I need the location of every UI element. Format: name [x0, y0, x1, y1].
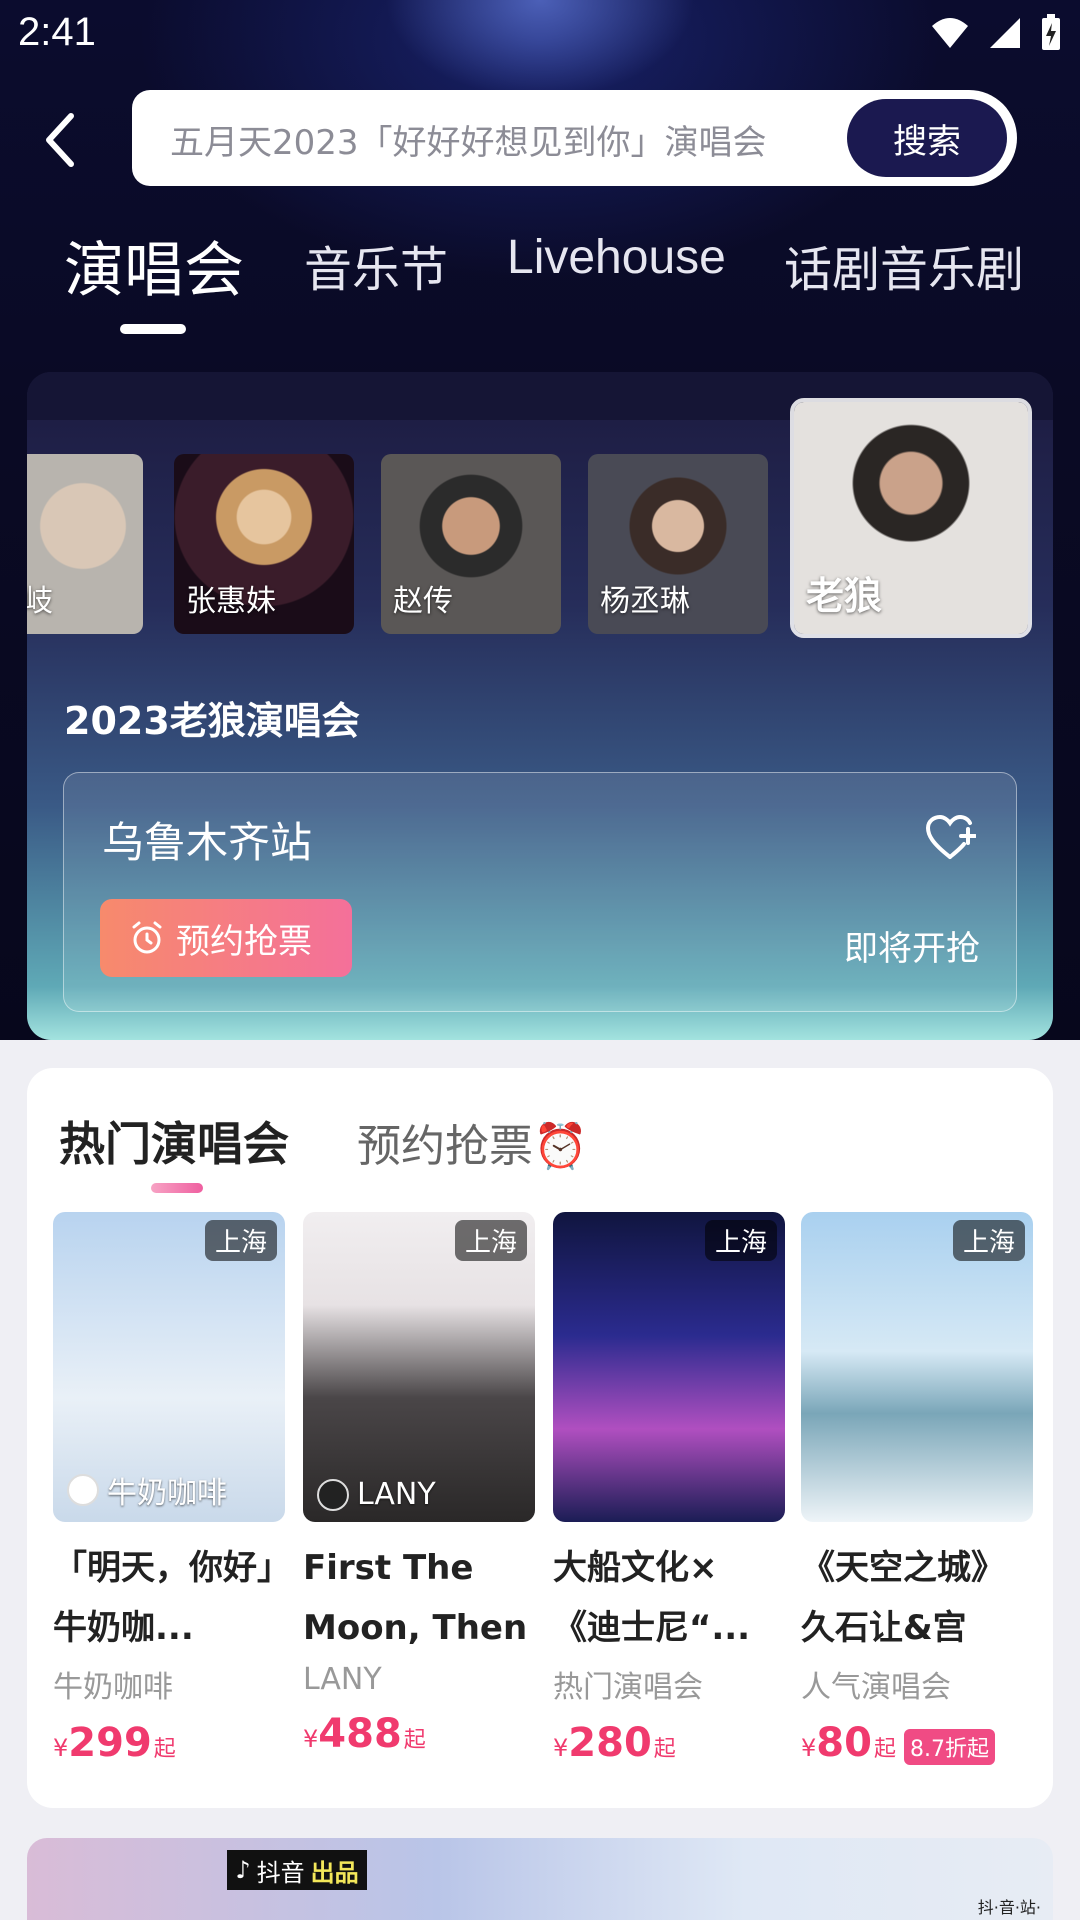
- avatar: [67, 1474, 99, 1506]
- artist-card[interactable]: 赵传: [381, 454, 561, 634]
- search-bar[interactable]: 五月天2023「好好好想见到你」演唱会 搜索: [132, 90, 1017, 186]
- price-value: 280: [568, 1720, 652, 1766]
- concert-poster: 上海 LANY: [303, 1212, 535, 1522]
- reserve-ticket-label: 预约抢票: [176, 921, 312, 962]
- concert-price: ¥ 280 起: [553, 1720, 785, 1766]
- status-time: 2:41: [18, 10, 96, 54]
- tab-music-festival[interactable]: 音乐节: [304, 230, 448, 300]
- status-bar: 2:41: [0, 0, 1080, 72]
- currency-symbol: ¥: [553, 1734, 569, 1762]
- banner-site-text: 抖·音·站·: [977, 1898, 1041, 1917]
- city-badge: 上海: [204, 1220, 277, 1261]
- concert-subtitle: 人气演唱会: [801, 1670, 951, 1705]
- concert-title: 2023老狼演唱会: [64, 699, 360, 743]
- tab-livehouse[interactable]: Livehouse: [507, 230, 726, 285]
- concert-card[interactable]: 上海 LANY First The Moon, Then ... LANY ¥ …: [303, 1212, 535, 1757]
- city-badge: 上海: [952, 1220, 1025, 1261]
- poster-artist-tag: LANY: [317, 1477, 436, 1512]
- concert-poster: 上海: [801, 1212, 1033, 1522]
- chevron-left-icon: [46, 113, 74, 167]
- alarm-clock-icon: [132, 921, 162, 954]
- reserve-ticket-button[interactable]: 预约抢票: [100, 899, 352, 977]
- concert-title: First The Moon, Then ...: [303, 1548, 528, 1648]
- concert-title: 「明天，你好」牛奶咖...: [53, 1548, 274, 1648]
- artist-card[interactable]: 敏岐: [27, 454, 143, 634]
- artist-name: 张惠妹: [186, 584, 276, 619]
- artist-card[interactable]: 张惠妹: [174, 454, 354, 634]
- city-badge: 上海: [704, 1220, 777, 1261]
- hot-concerts-section: 热门演唱会 预约抢票⏰ 上海 牛奶咖啡 「明天，你好」牛奶咖... 牛奶咖啡 ¥…: [27, 1068, 1053, 1808]
- brand-badge: ♪ 抖音 出品: [227, 1850, 367, 1890]
- concert-title: 《天空之城》久石让&宫崎...: [801, 1548, 1005, 1648]
- category-tabs: 演唱会 音乐节 Livehouse 话剧音乐剧: [0, 230, 1080, 340]
- discount-badge: 8.7折起: [903, 1729, 995, 1765]
- sale-status: 即将开抢: [844, 929, 980, 969]
- poster-artist-name: LANY: [357, 1477, 436, 1512]
- concert-price: ¥ 299 起: [53, 1720, 285, 1766]
- artist-name: 赵传: [393, 584, 453, 619]
- wifi-icon: [932, 18, 968, 48]
- hot-tab-indicator: [151, 1183, 203, 1193]
- artist-name: 杨丞琳: [600, 584, 690, 619]
- currency-symbol: ¥: [801, 1734, 817, 1762]
- status-icons: [930, 14, 1062, 52]
- brand-name: 抖音: [256, 1858, 305, 1887]
- concert-poster: 上海 牛奶咖啡: [53, 1212, 285, 1522]
- city-badge: 上海: [454, 1220, 527, 1261]
- tab-concert[interactable]: 演唱会: [64, 222, 244, 309]
- price-value: 488: [318, 1711, 402, 1757]
- artist-name: 老狼: [806, 574, 883, 618]
- favorite-button[interactable]: [925, 814, 977, 865]
- concert-card[interactable]: 上海 大船文化×《迪士尼“... 热门演唱会 ¥ 280 起: [553, 1212, 785, 1766]
- concert-poster: 上海: [553, 1212, 785, 1522]
- concert-subtitle: LANY: [303, 1662, 382, 1697]
- battery-icon: [1042, 14, 1060, 50]
- artist-card-selected[interactable]: 老狼: [790, 398, 1032, 638]
- price-value: 299: [68, 1720, 152, 1766]
- tab-reserve-tickets[interactable]: 预约抢票⏰: [357, 1110, 588, 1174]
- concert-subtitle: 牛奶咖啡: [53, 1670, 173, 1705]
- promo-banner[interactable]: ♪ 抖音 出品 抖·音·站·: [27, 1838, 1053, 1920]
- concert-title: 大船文化×《迪士尼“...: [553, 1548, 751, 1648]
- artist-panel: 敏岐 张惠妹 赵传 杨丞琳 老狼 2023老狼演唱会 乌鲁木齐站 预约抢票 即将…: [27, 372, 1053, 1040]
- signal-icon: [990, 18, 1020, 48]
- tab-indicator: [120, 324, 186, 334]
- concert-price: ¥ 80 起 8.7折起: [801, 1720, 1033, 1766]
- price-suffix: 起: [653, 1737, 676, 1762]
- station-name: 乌鲁木齐站: [102, 818, 313, 867]
- avatar: [317, 1478, 349, 1511]
- price-suffix: 起: [873, 1737, 896, 1762]
- currency-symbol: ¥: [303, 1725, 319, 1753]
- search-button[interactable]: 搜索: [847, 99, 1007, 177]
- poster-artist-tag: 牛奶咖啡: [67, 1468, 227, 1512]
- concert-card[interactable]: 上海 牛奶咖啡 「明天，你好」牛奶咖... 牛奶咖啡 ¥ 299 起: [53, 1212, 285, 1766]
- poster-artist-name: 牛奶咖啡: [107, 1476, 227, 1511]
- currency-symbol: ¥: [53, 1734, 69, 1762]
- music-note-icon: ♪: [235, 1856, 251, 1884]
- tab-hot-concerts[interactable]: 热门演唱会: [59, 1108, 289, 1174]
- search-input[interactable]: 五月天2023「好好好想见到你」演唱会: [170, 115, 767, 164]
- artist-card[interactable]: 杨丞琳: [588, 454, 768, 634]
- concert-price: ¥ 488 起: [303, 1711, 535, 1757]
- concert-subtitle: 热门演唱会: [553, 1670, 703, 1705]
- price-suffix: 起: [153, 1737, 176, 1762]
- artist-name: 敏岐: [27, 584, 53, 619]
- concert-card[interactable]: 上海 《天空之城》久石让&宫崎... 人气演唱会 ¥ 80 起 8.7折起: [801, 1212, 1033, 1766]
- tab-drama-musical[interactable]: 话剧音乐剧: [784, 230, 1024, 300]
- brand-tag: 出品: [310, 1858, 359, 1887]
- price-suffix: 起: [403, 1728, 426, 1753]
- heart-plus-icon: [925, 814, 977, 859]
- back-button[interactable]: [30, 105, 90, 175]
- station-card[interactable]: 乌鲁木齐站 预约抢票 即将开抢: [63, 772, 1017, 1012]
- price-value: 80: [816, 1720, 872, 1766]
